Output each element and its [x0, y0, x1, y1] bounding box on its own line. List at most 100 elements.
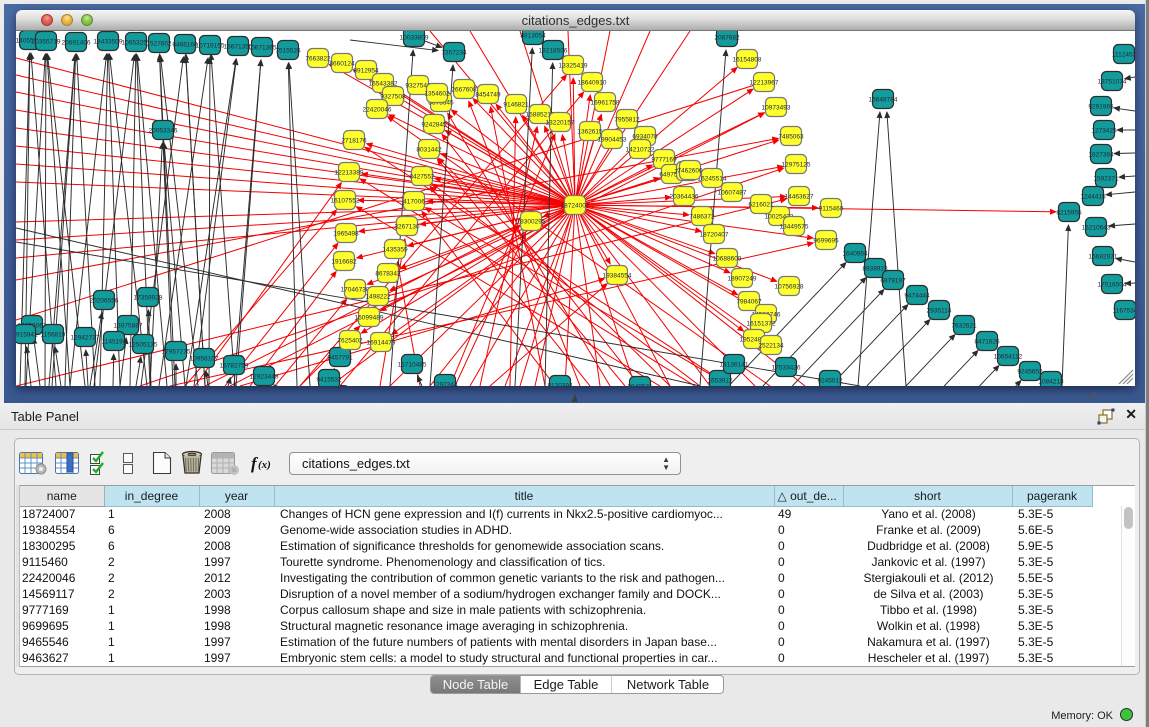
svg-text:9777169: 9777169 [651, 157, 677, 164]
svg-text:1112453: 1112453 [1112, 52, 1135, 59]
svg-text:9115460: 9115460 [819, 206, 844, 213]
svg-text:16961758: 16961758 [591, 100, 620, 107]
svg-text:1916682: 1916682 [331, 259, 357, 266]
svg-text:16099489: 16099489 [355, 315, 384, 322]
svg-text:20364436: 20364436 [670, 194, 699, 201]
svg-text:9146821: 9146821 [503, 102, 529, 109]
svg-text:18907249: 18907249 [728, 276, 757, 283]
svg-text:8215955: 8215955 [1056, 210, 1082, 217]
svg-text:1244415: 1244415 [1080, 194, 1106, 201]
svg-text:17046738: 17046738 [341, 287, 370, 294]
svg-text:18640910: 18640910 [578, 80, 607, 87]
svg-text:2087682: 2087682 [714, 35, 740, 42]
svg-text:15692971: 15692971 [1089, 254, 1118, 261]
svg-text:8660124: 8660124 [329, 61, 355, 68]
svg-text:1827364: 1827364 [1088, 152, 1114, 159]
svg-text:3267130: 3267130 [394, 224, 420, 231]
svg-text:1362615: 1362615 [577, 129, 603, 136]
svg-text:20355719: 20355719 [32, 39, 61, 46]
svg-text:1145194: 1145194 [102, 339, 127, 346]
svg-text:10958107: 10958107 [190, 356, 219, 363]
svg-text:14210722: 14210722 [626, 147, 655, 154]
svg-text:10033809: 10033809 [400, 35, 429, 42]
svg-text:17533426: 17533426 [772, 365, 801, 372]
svg-text:6466160: 6466160 [172, 42, 198, 49]
svg-text:9415532: 9415532 [316, 377, 342, 384]
svg-text:14136141: 14136141 [720, 362, 749, 369]
svg-text:20691406: 20691406 [62, 40, 91, 47]
svg-text:19384554: 19384554 [603, 273, 632, 280]
svg-text:9474444: 9474444 [904, 293, 930, 300]
svg-text:8427552: 8427552 [409, 174, 435, 181]
svg-text:13449575: 13449575 [780, 224, 809, 231]
svg-text:13325419: 13325419 [559, 63, 588, 70]
svg-text:17359928: 17359928 [134, 295, 163, 302]
svg-text:20053346: 20053346 [149, 128, 178, 135]
svg-text:18433509: 18433509 [94, 39, 123, 46]
svg-text:1527602: 1527602 [146, 41, 172, 48]
svg-text:1292344: 1292344 [432, 382, 458, 387]
svg-text:10973493: 10973493 [762, 105, 791, 112]
svg-text:15710485: 15710485 [398, 362, 427, 369]
svg-text:10688609: 10688609 [713, 256, 742, 263]
svg-text:7462606: 7462606 [677, 168, 703, 175]
svg-text:16782759: 16782759 [220, 363, 249, 370]
svg-text:22420046: 22420046 [363, 107, 392, 114]
svg-text:17957275: 17957275 [162, 349, 191, 356]
svg-text:1498222: 1498222 [365, 294, 391, 301]
svg-text:13751074: 13751074 [1098, 79, 1127, 86]
svg-text:7485063: 7485063 [778, 134, 804, 141]
svg-text:8678342: 8678342 [375, 271, 401, 278]
svg-text:9457791: 9457791 [327, 355, 353, 362]
svg-text:16648784: 16648784 [869, 97, 898, 104]
svg-text:9242845: 9242845 [421, 122, 447, 129]
svg-text:8031442: 8031442 [416, 147, 442, 154]
svg-text:(x): (x) [258, 459, 271, 471]
svg-text:16154808: 16154808 [733, 57, 762, 64]
svg-text:1640954: 1640954 [842, 251, 868, 258]
svg-text:7625402: 7625402 [337, 338, 363, 345]
svg-text:19218506: 19218506 [539, 48, 568, 55]
svg-text:19904453: 19904453 [598, 137, 627, 144]
svg-text:6879197: 6879197 [880, 278, 906, 285]
svg-text:20206556: 20206556 [90, 298, 119, 305]
svg-text:12923448: 12923448 [250, 374, 279, 381]
svg-text:12975125: 12975125 [782, 162, 811, 169]
svg-text:1653912: 1653912 [707, 378, 733, 385]
svg-text:16107552: 16107552 [331, 198, 360, 205]
svg-text:9291965: 9291965 [1088, 104, 1114, 111]
svg-text:9245652: 9245652 [1017, 369, 1043, 376]
svg-text:14463627: 14463627 [785, 194, 814, 201]
svg-text:16151372: 16151372 [747, 321, 776, 328]
svg-text:16245514: 16245514 [698, 176, 727, 183]
svg-text:7632621: 7632621 [951, 323, 977, 330]
svg-text:18300295: 18300295 [517, 219, 546, 226]
svg-text:17016504: 17016504 [1098, 282, 1127, 289]
svg-text:10719155: 10719155 [196, 43, 225, 50]
svg-text:8471626: 8471626 [974, 339, 1000, 346]
svg-text:16210643: 16210643 [1082, 225, 1111, 232]
svg-text:10607487: 10607487 [718, 190, 747, 197]
svg-text:13975887: 13975887 [114, 323, 143, 330]
svg-text:16914479: 16914479 [367, 340, 396, 347]
svg-text:1273425: 1273425 [1091, 128, 1117, 135]
svg-text:10671365: 10671365 [248, 45, 277, 52]
svg-text:10756928: 10756928 [775, 284, 804, 291]
svg-text:7515526: 7515526 [275, 48, 301, 55]
svg-text:2522134: 2522134 [758, 343, 784, 350]
svg-text:417006: 417006 [403, 199, 425, 206]
svg-text:1435359: 1435359 [382, 247, 408, 254]
svg-text:2718176: 2718176 [341, 138, 367, 145]
svg-text:8813054: 8813054 [520, 33, 546, 40]
svg-text:7955812: 7955812 [614, 117, 640, 124]
svg-text:1156819: 1156819 [41, 332, 66, 339]
svg-text:8120394: 8120394 [547, 383, 573, 387]
svg-text:1084213: 1084213 [1038, 379, 1064, 386]
svg-text:13220157: 13220157 [546, 120, 575, 127]
svg-text:2667608: 2667608 [451, 87, 477, 94]
svg-text:7663822: 7663822 [305, 56, 331, 63]
svg-text:12505135: 12505135 [129, 342, 158, 349]
svg-text:6216021: 6216021 [748, 202, 774, 209]
svg-text:1354602: 1354602 [424, 91, 450, 98]
svg-text:18724007: 18724007 [561, 203, 590, 210]
